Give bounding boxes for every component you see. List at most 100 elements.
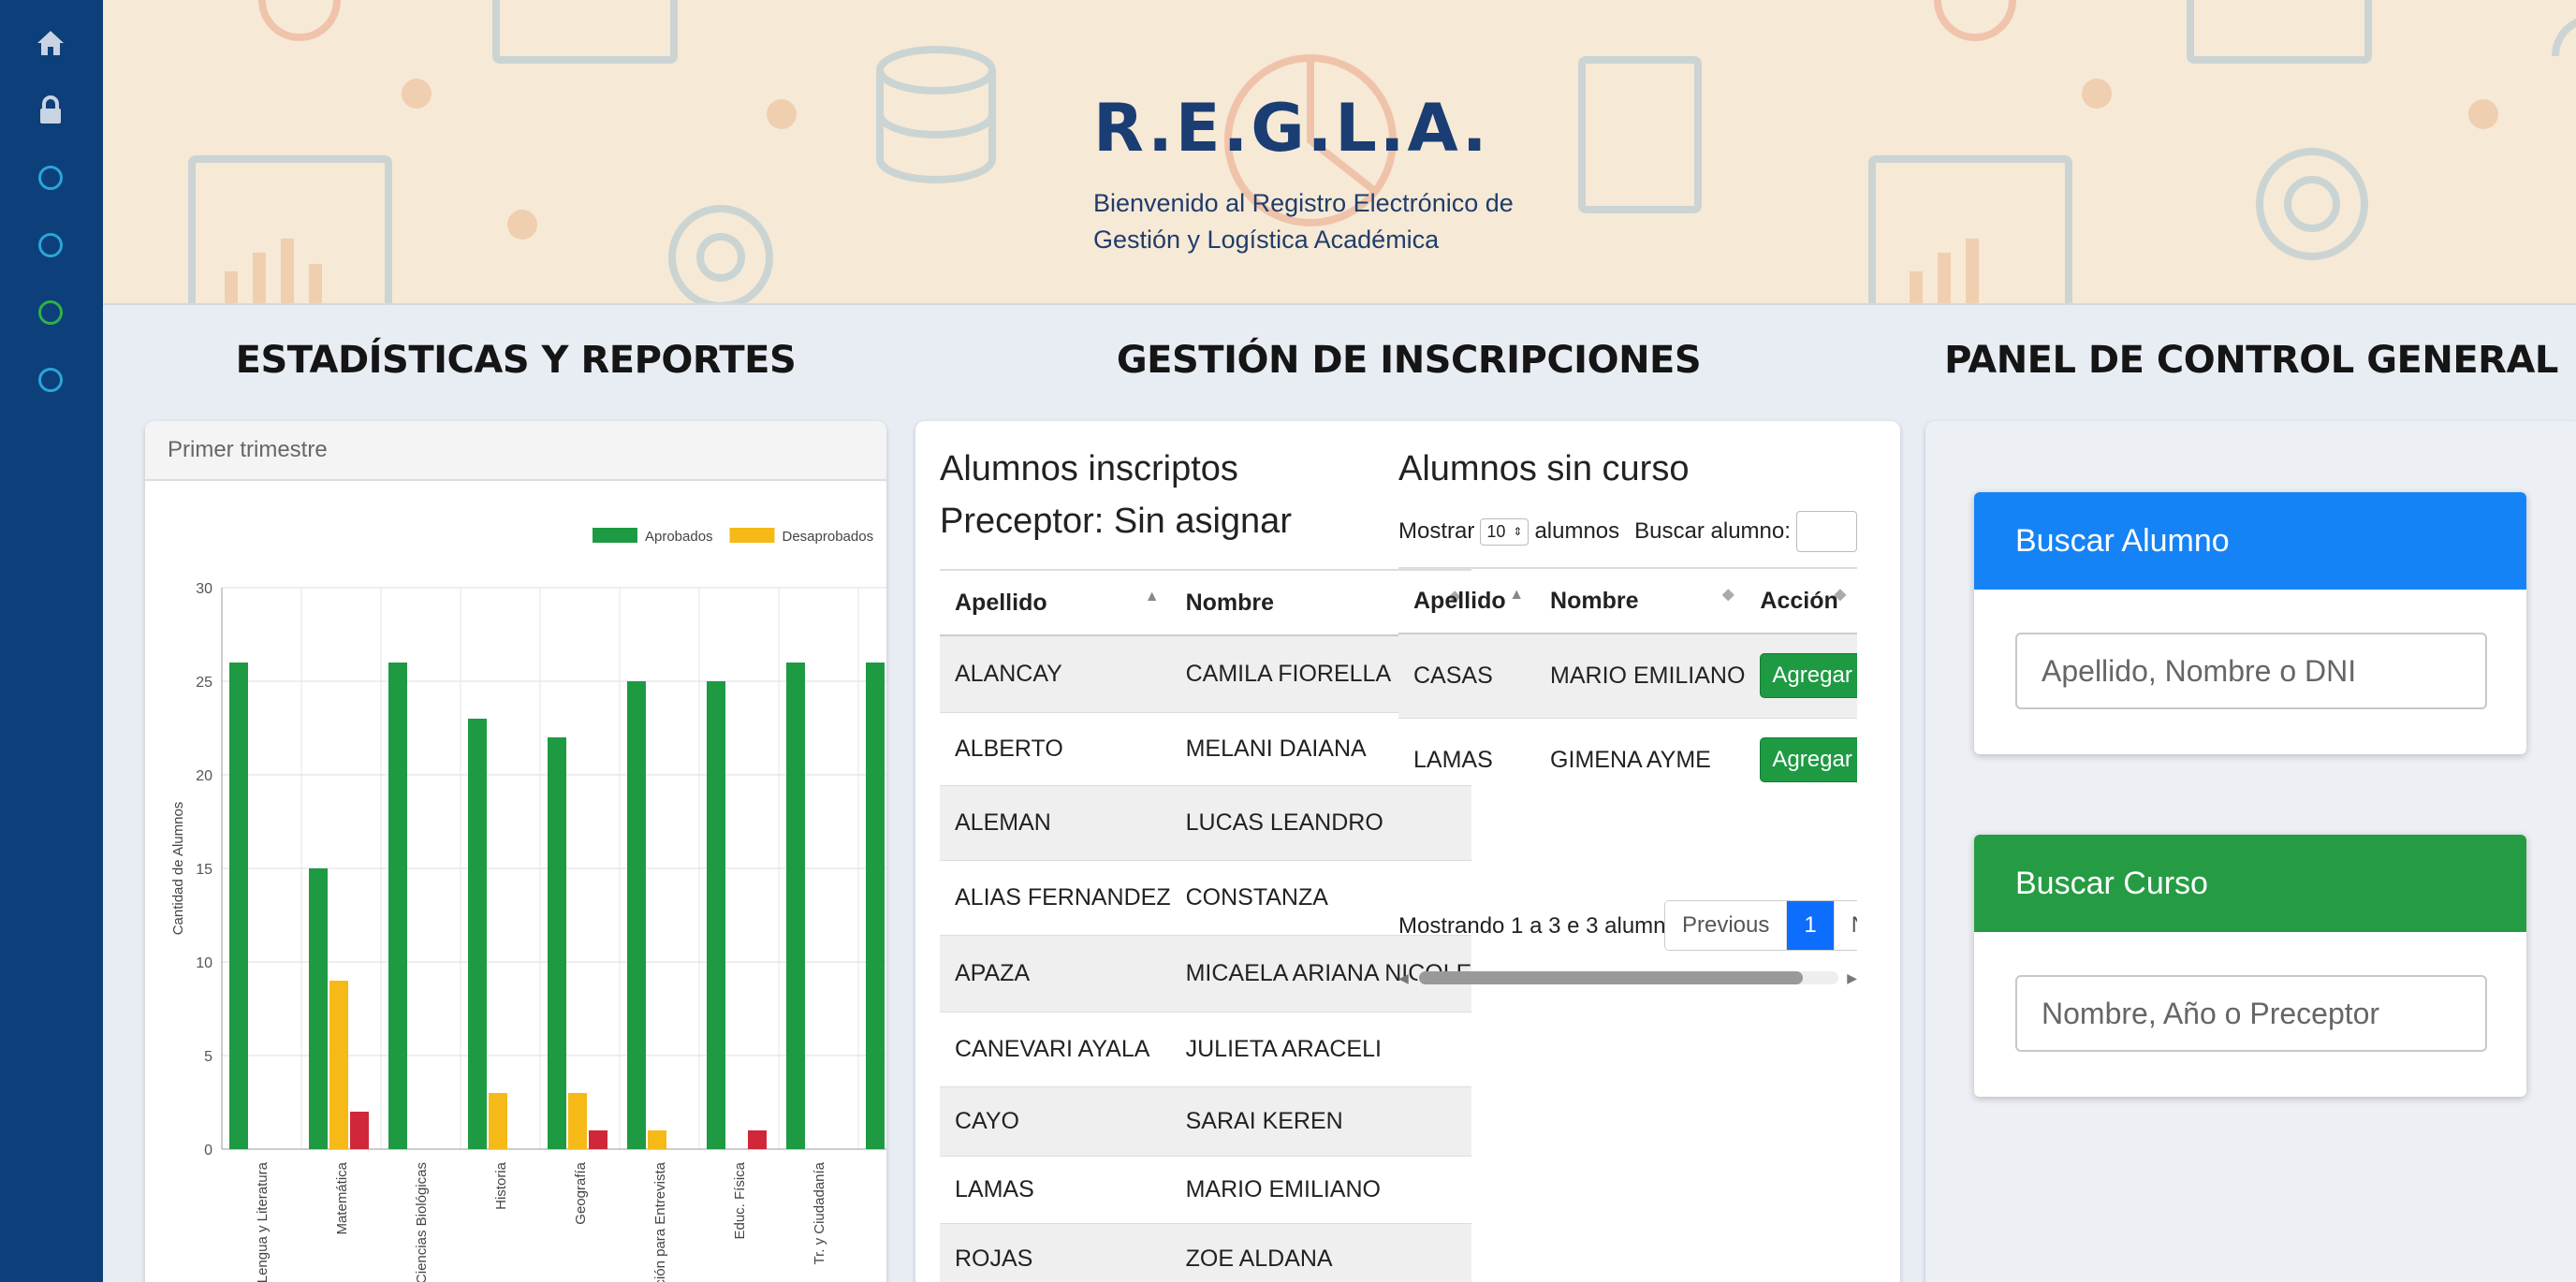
table-row: ALBERTO MELANI DAIANA	[940, 711, 1472, 785]
bar-desaprobados	[648, 1130, 666, 1149]
page-size-select[interactable]: 10 ⇕	[1480, 517, 1530, 546]
table-row: ALEMAN LUCAS LEANDRO	[940, 784, 1472, 860]
chart-header: Primer trimestre	[145, 421, 886, 481]
inscriptions-card: Alumnos inscriptos Preceptor: Sin asigna…	[915, 421, 1900, 1282]
bar-aprobados	[229, 663, 248, 1149]
column-label: Apellido	[1413, 587, 1506, 614]
table-row: CANEVARI AYALA JULIETA ARACELI	[940, 1011, 1472, 1086]
cell-apellido: ALEMAN	[940, 784, 1171, 860]
search-course-panel: Buscar Curso	[1974, 835, 2526, 1097]
bar-aprobados	[309, 868, 328, 1149]
search-course-header: Buscar Curso	[1974, 835, 2526, 932]
bar-desaprobados	[329, 981, 348, 1149]
legend-label: Aprobados	[645, 529, 713, 545]
column-label: Acción	[1760, 587, 1838, 614]
sidebar	[0, 0, 103, 1282]
bar-aprobados	[866, 663, 885, 1149]
x-tick-label: Matemática	[334, 1161, 350, 1234]
scroll-right-icon[interactable]: ▶	[1838, 970, 1857, 986]
show-suffix: alumnos	[1534, 518, 1620, 544]
cell-apellido: ALBERTO	[940, 711, 1171, 785]
table-info: Mostrando 1 a 3 e 3 alumnos	[1398, 913, 1690, 939]
control-section-title: PANEL DE CONTROL GENERAL	[1944, 339, 2558, 382]
control-panel-card: Buscar Alumno Buscar Curso	[1925, 421, 2576, 1282]
bar-aprobados	[786, 663, 805, 1149]
menu-circle-icon[interactable]	[34, 228, 67, 262]
cell-nombre: ZOE ALDANA	[1170, 1222, 1472, 1282]
legend-label: Desaprobados	[783, 529, 874, 545]
y-tick-label: 0	[204, 1143, 212, 1158]
enrolled-table: Apellido ▲ Nombre ◆ ALANCAY CAMILA FIORELLA…	[940, 569, 1472, 1282]
stats-chart: 0 5 10 15 20 25 30 Cantidad de Alumnos Lengua y …	[170, 528, 886, 1282]
inscriptions-section-title: GESTIÓN DE INSCRIPCIONES	[1116, 339, 1702, 382]
cell-nombre: MARIO EMILIANO	[1170, 1155, 1472, 1223]
home-icon[interactable]	[34, 26, 67, 60]
sort-icon: ▲	[1509, 587, 1525, 603]
column-header-apellido[interactable]: Apellido ▲	[940, 569, 1171, 636]
horizontal-scrollbar[interactable]: ◀ ▶	[1398, 968, 1857, 988]
column-header-apellido[interactable]: Apellido ▲	[1398, 567, 1536, 634]
previous-page-button[interactable]: Previous	[1665, 901, 1788, 950]
cell-nombre: JULIETA ARACELI	[1170, 1011, 1472, 1086]
cell-nombre: GIMENA AYME	[1535, 717, 1746, 792]
bar-aprobados	[388, 663, 407, 1149]
column-label: Nombre	[1550, 587, 1639, 614]
table-row: LAMAS GIMENA AYME Agregar	[1398, 717, 1857, 792]
show-label: Mostrar	[1398, 518, 1475, 544]
pagination: Previous 1 Nex	[1664, 900, 1857, 951]
y-tick-label: 15	[196, 862, 212, 878]
cell-apellido: APAZA	[940, 934, 1171, 1012]
cell-accion: Agregar	[1745, 717, 1857, 792]
subtitle-line: Bienvenido al Registro Electrónico de	[1093, 189, 1514, 217]
search-student-header: Buscar Alumno	[1974, 492, 2526, 590]
page-size-value: 10	[1486, 521, 1506, 541]
no-course-table-wrap: Apellido ▲ Nombre ◆ Acción ◆ CASAS MARIO EMI…	[1398, 567, 1857, 792]
next-page-button[interactable]: Nex	[1834, 901, 1857, 950]
stats-section-title: ESTADÍSTICAS Y REPORTES	[235, 339, 797, 382]
lock-icon[interactable]	[34, 94, 67, 127]
add-student-button[interactable]: Agregar	[1760, 653, 1857, 699]
scroll-left-icon[interactable]: ◀	[1398, 970, 1417, 986]
search-course-field[interactable]	[2015, 975, 2487, 1052]
add-student-button[interactable]: Agregar	[1760, 737, 1857, 782]
cell-apellido: ALANCAY	[940, 634, 1171, 712]
page-1-button[interactable]: 1	[1787, 901, 1835, 950]
column-label: Apellido	[955, 589, 1047, 616]
table-row: ALANCAY CAMILA FIORELLA	[940, 634, 1472, 712]
x-tick-label: Lengua y Literatura	[255, 1161, 271, 1282]
y-axis-label: Cantidad de Alumnos	[170, 802, 186, 936]
search-student-input[interactable]	[1795, 511, 1857, 552]
app-logo-subtitle: Bienvenido al Registro Electrónico de Ge…	[1093, 185, 1580, 258]
pagination-wrap: Previous 1 Nex	[1664, 900, 1857, 956]
search-student-field[interactable]	[2015, 633, 2487, 709]
bar-ausentes	[748, 1130, 767, 1149]
scrollbar-track[interactable]	[1417, 971, 1838, 984]
column-header-accion[interactable]: Acción ◆	[1745, 567, 1857, 634]
y-tick-label: 20	[196, 768, 212, 784]
search-student-panel: Buscar Alumno	[1974, 492, 2526, 754]
y-tick-label: 30	[196, 581, 212, 597]
menu-circle-icon[interactable]	[34, 161, 67, 195]
scrollbar-thumb[interactable]	[1419, 971, 1803, 984]
cell-nombre: MARIO EMILIANO	[1535, 633, 1746, 718]
table-row: ROJAS ZOE ALDANA	[940, 1222, 1472, 1282]
welcome-banner: R.E.G.L.A. Bienvenido al Registro Electr…	[103, 0, 2576, 305]
x-tick-label: Historia	[493, 1161, 509, 1210]
y-tick-label: 25	[196, 675, 212, 691]
cell-accion: Agregar	[1745, 633, 1857, 718]
cell-apellido: CASAS	[1398, 633, 1536, 718]
cell-apellido: LAMAS	[1398, 717, 1536, 792]
table-controls: Mostrar 10 ⇕ alumnos Buscar alumno:	[1398, 511, 1857, 552]
table-row: LAMAS MARIO EMILIANO	[940, 1155, 1472, 1223]
menu-circle-icon[interactable]	[34, 363, 67, 397]
enrolled-title: Alumnos inscriptos	[940, 449, 1238, 488]
column-header-nombre[interactable]: Nombre ◆	[1535, 567, 1746, 634]
x-tick-label: Educ. Física	[732, 1161, 748, 1239]
sort-icon: ◆	[1834, 587, 1846, 603]
bar-desaprobados	[568, 1093, 587, 1149]
menu-circle-icon[interactable]	[34, 296, 67, 329]
cell-apellido: CAYO	[940, 1085, 1171, 1156]
x-tick-label: Tr. y Ciudadanía	[812, 1161, 827, 1264]
sort-icon: ◆	[1722, 587, 1734, 603]
x-tick-label: Ciencias Biológicas	[414, 1162, 430, 1282]
